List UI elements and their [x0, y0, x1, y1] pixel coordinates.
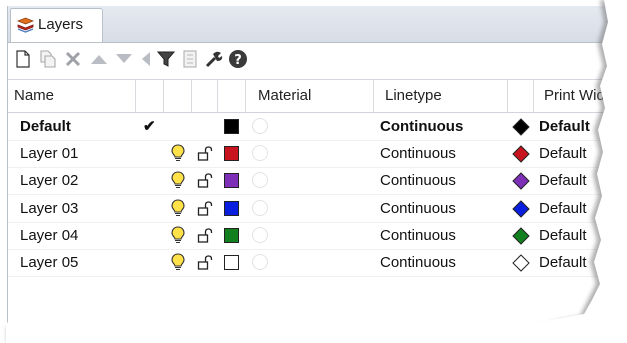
torn-edge-decoration [6, 0, 627, 343]
